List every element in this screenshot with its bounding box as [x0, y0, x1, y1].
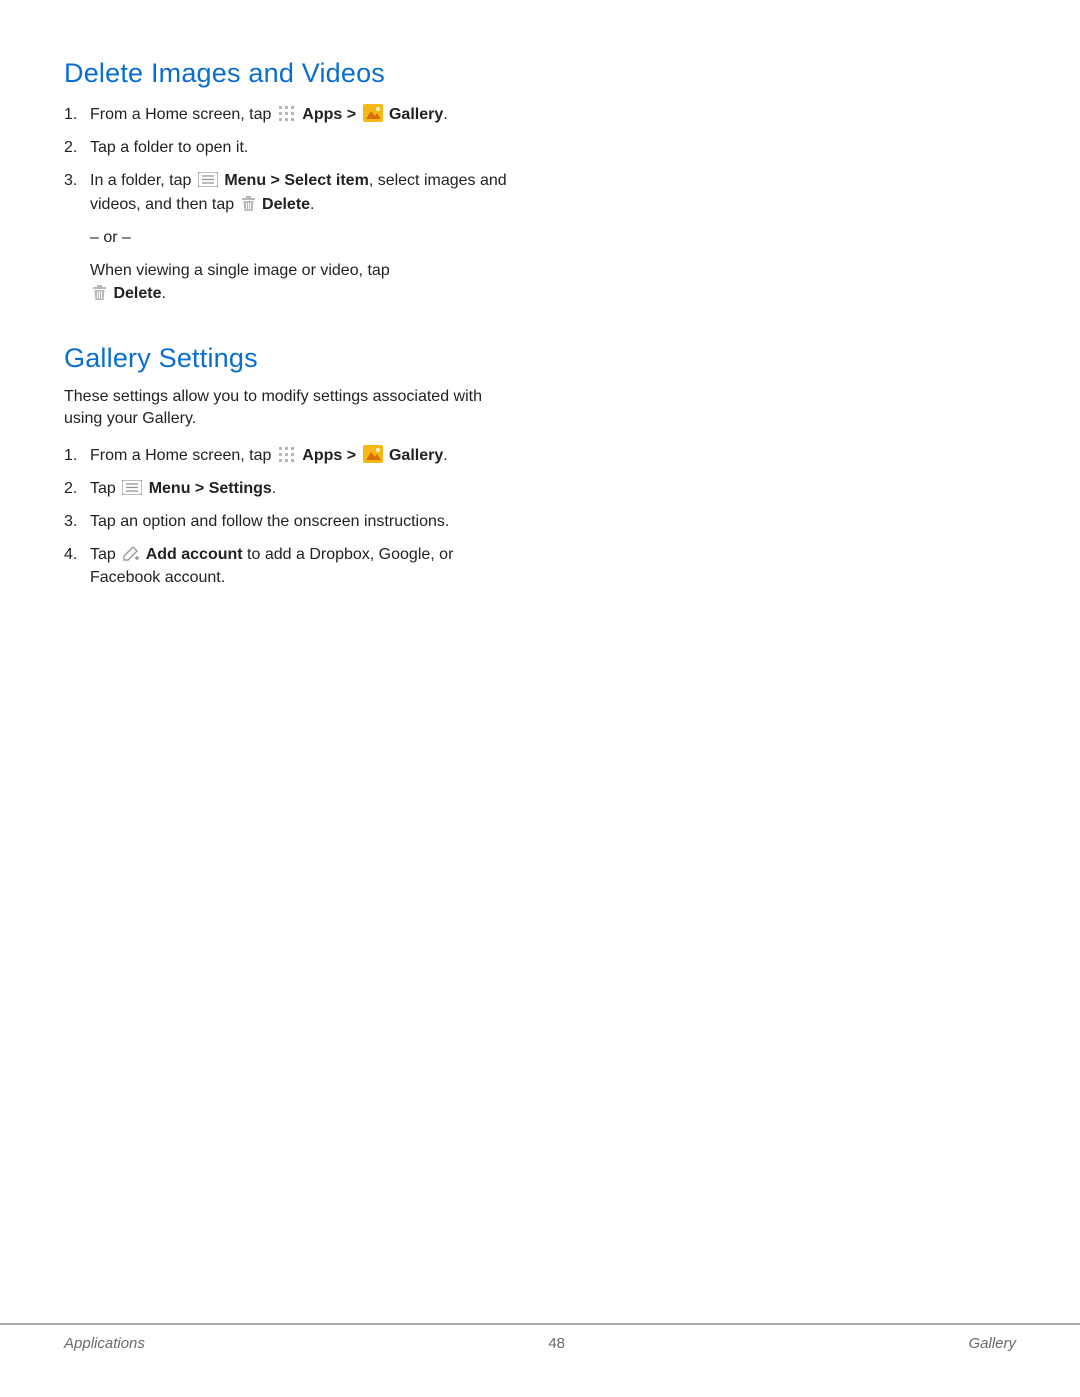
footer-page-number: 48: [548, 1335, 565, 1352]
content-column: Delete Images and Videos From a Home scr…: [64, 58, 524, 589]
gallery-label: Gallery: [389, 106, 443, 123]
page-footer: Applications 48 Gallery: [0, 1323, 1080, 1363]
alternative-step: When viewing a single image or video, ta…: [90, 259, 524, 305]
document-page: Delete Images and Videos From a Home scr…: [0, 0, 1080, 1397]
step-text: Tap a folder to open it.: [90, 139, 248, 156]
step-text: .: [443, 447, 447, 464]
menu-settings-label: Menu > Settings: [149, 480, 272, 497]
apps-icon: [278, 446, 296, 464]
step-text: When viewing a single image or video, ta…: [90, 262, 390, 279]
step-text: In a folder, tap: [90, 172, 196, 189]
step-item: From a Home screen, tap Apps > Gallery.: [90, 103, 524, 126]
gallery-icon: [363, 104, 383, 122]
step-item: In a folder, tap Menu > Select item, sel…: [90, 169, 524, 305]
steps-list-settings: From a Home screen, tap Apps > Gallery. …: [64, 444, 524, 590]
step-text: .: [310, 196, 314, 213]
step-item: Tap a folder to open it.: [90, 136, 524, 159]
step-text: Tap: [90, 480, 120, 497]
menu-icon: [122, 479, 142, 494]
footer-section-label: Applications: [64, 1335, 145, 1352]
step-text: From a Home screen, tap: [90, 447, 276, 464]
trash-icon: [92, 284, 107, 301]
step-item: Tap Menu > Settings.: [90, 477, 524, 500]
delete-label: Delete: [262, 196, 310, 213]
menu-select-item-label: Menu > Select item: [224, 172, 369, 189]
menu-icon: [198, 171, 218, 186]
step-text: From a Home screen, tap: [90, 106, 276, 123]
gallery-label: Gallery: [389, 447, 443, 464]
steps-list-delete: From a Home screen, tap Apps > Gallery. …: [64, 103, 524, 305]
trash-icon: [241, 195, 256, 212]
apps-label: Apps: [302, 106, 342, 123]
step-text: .: [443, 106, 447, 123]
step-text: Tap: [90, 546, 120, 563]
separator: >: [342, 447, 360, 464]
separator: >: [342, 106, 360, 123]
apps-icon: [278, 105, 296, 123]
step-item: Tap an option and follow the onscreen in…: [90, 510, 524, 533]
heading-gallery-settings: Gallery Settings: [64, 343, 524, 374]
add-account-icon: [122, 545, 139, 562]
step-text: Tap an option and follow the onscreen in…: [90, 513, 449, 530]
step-text: .: [161, 285, 165, 302]
delete-label: Delete: [113, 285, 161, 302]
apps-label: Apps: [302, 447, 342, 464]
step-text: .: [272, 480, 276, 497]
step-item: Tap Add account to add a Dropbox, Google…: [90, 543, 524, 589]
or-divider: – or –: [90, 226, 524, 249]
heading-delete-images-videos: Delete Images and Videos: [64, 58, 524, 89]
step-item: From a Home screen, tap Apps > Gallery.: [90, 444, 524, 467]
add-account-label: Add account: [146, 546, 243, 563]
step-text: to add a Dropbox, Google, or Facebook ac…: [90, 546, 453, 586]
intro-text: These settings allow you to modify setti…: [64, 386, 524, 429]
gallery-icon: [363, 445, 383, 463]
footer-topic-label: Gallery: [968, 1335, 1016, 1352]
